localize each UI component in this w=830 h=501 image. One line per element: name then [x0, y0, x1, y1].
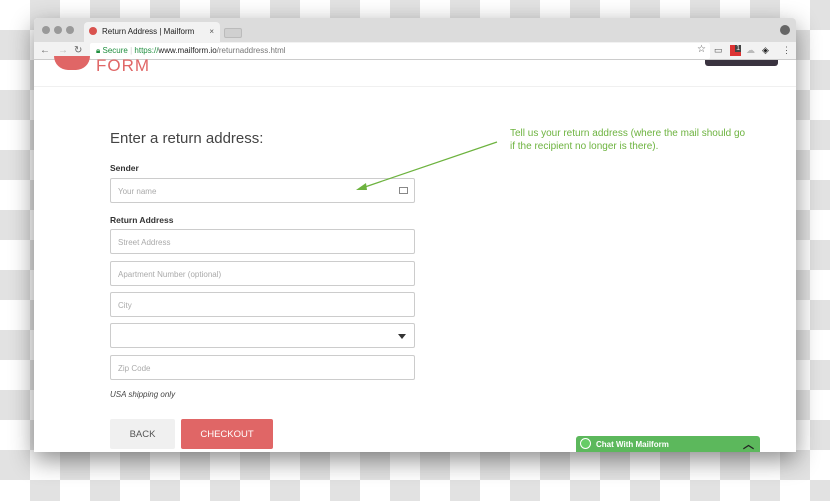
contact-card-icon	[399, 187, 408, 194]
header-divider	[34, 86, 796, 87]
header-button[interactable]	[705, 60, 778, 66]
tab-title: Return Address | Mailform	[102, 27, 195, 36]
extension-calendar-icon[interactable]: 1	[730, 45, 741, 56]
back-arrow-icon[interactable]: ←	[40, 45, 50, 56]
state-select[interactable]	[110, 323, 415, 348]
mailform-favicon-icon	[89, 27, 97, 35]
profile-icon[interactable]	[780, 25, 790, 35]
page-title: Enter a return address:	[110, 130, 264, 147]
reload-icon[interactable]: ↻	[74, 45, 82, 56]
zip-input[interactable]: Zip Code	[110, 355, 415, 380]
bookmark-star-icon[interactable]: ☆	[697, 44, 706, 55]
city-input[interactable]: City	[110, 292, 415, 317]
return-address-label: Return Address	[110, 215, 174, 225]
tab-bar: Return Address | Mailform ×	[34, 18, 796, 42]
forward-arrow-icon[interactable]: →	[58, 45, 68, 56]
new-tab-button[interactable]	[224, 28, 242, 38]
extension-layers-icon[interactable]: ◈	[762, 45, 769, 56]
minimize-window-button[interactable]	[54, 26, 62, 34]
browser-window: Return Address | Mailform × ← → ↻ 🔒︎ Sec…	[34, 18, 796, 452]
url-domain: www.mailform.io	[158, 46, 217, 55]
checkout-button[interactable]: CHECKOUT	[181, 419, 273, 449]
tab-close-icon[interactable]: ×	[209, 27, 214, 36]
page-content: FORM Enter a return address: Sender Your…	[34, 56, 796, 452]
browser-tab[interactable]: Return Address | Mailform ×	[84, 22, 220, 42]
street-input[interactable]: Street Address	[110, 229, 415, 254]
url-scheme: https://	[134, 46, 159, 55]
menu-dots-icon[interactable]: ⋮	[782, 45, 791, 56]
url-path: /returnaddress.html	[216, 46, 286, 55]
name-input[interactable]: Your name	[110, 178, 415, 203]
sender-label: Sender	[110, 163, 139, 173]
lock-icon: 🔒︎	[96, 46, 101, 55]
chevron-up-icon[interactable]: ︿	[743, 436, 754, 452]
mailform-logo[interactable]: FORM	[54, 56, 150, 76]
shipping-note: USA shipping only	[110, 390, 176, 399]
chat-status-icon	[580, 438, 591, 449]
chat-label: Chat With Mailform	[596, 440, 669, 449]
chevron-down-icon	[398, 334, 406, 343]
url-field[interactable]: 🔒︎ Secure | https://www.mailform.io/retu…	[90, 43, 710, 59]
cast-icon[interactable]: ▭	[714, 45, 723, 56]
chat-widget[interactable]: Chat With Mailform ︿	[576, 436, 760, 452]
secure-label: Secure	[102, 46, 128, 55]
back-button[interactable]: BACK	[110, 419, 175, 449]
annotation-text: Tell us your return address (where the m…	[510, 128, 746, 152]
maximize-window-button[interactable]	[66, 26, 74, 34]
apartment-input[interactable]: Apartment Number (optional)	[110, 261, 415, 286]
close-window-button[interactable]	[42, 26, 50, 34]
extension-cloud-icon[interactable]: ☁	[746, 45, 755, 56]
